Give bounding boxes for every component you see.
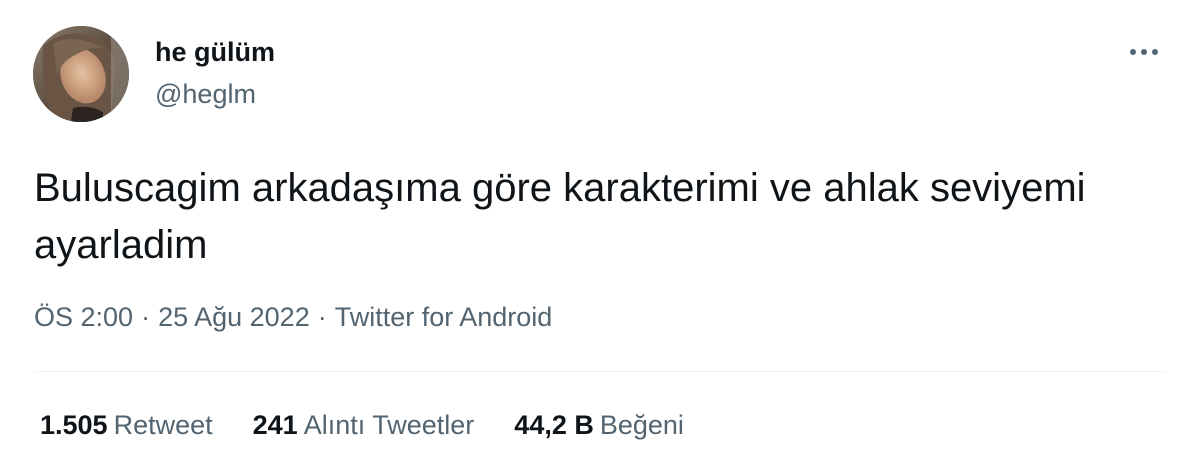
quote-count: 241 <box>252 410 298 440</box>
retweet-count-link[interactable]: 1.505 Retweet <box>40 410 213 441</box>
quote-count-link[interactable]: 241 Alıntı Tweetler <box>253 410 475 441</box>
tweet-time[interactable]: ÖS 2:00 <box>34 302 133 333</box>
like-count: 44,2 B <box>514 410 594 440</box>
more-options-button[interactable] <box>1124 36 1164 68</box>
avatar-image <box>33 26 129 122</box>
user-handle[interactable]: @heglm <box>155 79 256 110</box>
like-label: Beğeni <box>599 410 684 440</box>
more-horizontal-icon <box>1130 49 1158 55</box>
retweet-count: 1.505 <box>40 410 108 440</box>
tweet-date[interactable]: 25 Ağu 2022 <box>158 302 310 333</box>
avatar[interactable] <box>33 26 129 122</box>
quote-label: Alıntı Tweetler <box>303 410 475 440</box>
meta-separator: · <box>317 302 327 332</box>
meta-separator: · <box>141 302 151 332</box>
retweet-label: Retweet <box>113 410 213 440</box>
divider <box>34 371 1165 372</box>
display-name[interactable]: he gülüm <box>155 37 275 68</box>
tweet-stats: 1.505 Retweet 241 Alıntı Tweetler 44,2 B Be… <box>40 410 724 441</box>
like-count-link[interactable]: 44,2 B Beğeni <box>514 410 684 441</box>
tweet-card: he gülüm @heglm Buluscagim arkadaşıma gö… <box>0 0 1190 466</box>
tweet-meta: ÖS 2:00 · 25 Ağu 2022 · Twitter for Android <box>34 302 552 333</box>
tweet-source[interactable]: Twitter for Android <box>335 302 553 333</box>
tweet-text: Buluscagim arkadaşıma göre karakterimi v… <box>34 166 1086 267</box>
